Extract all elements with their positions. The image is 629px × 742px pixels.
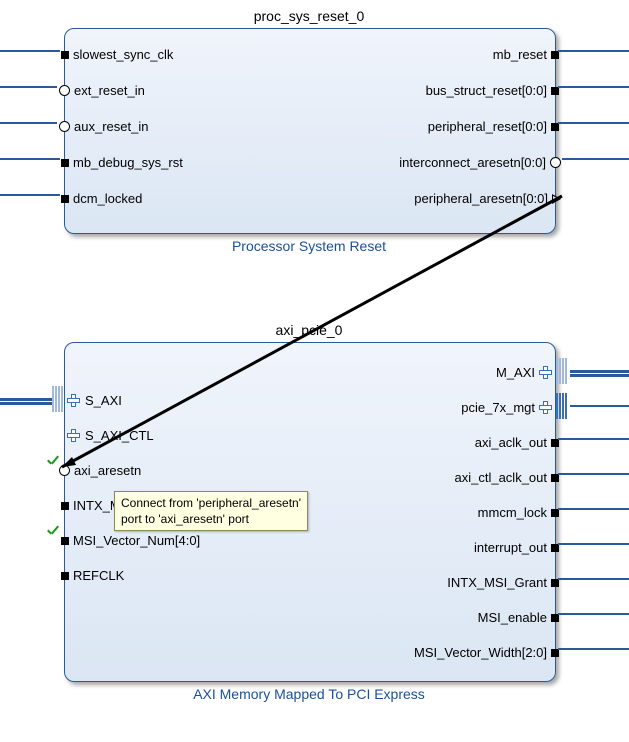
- wire-stub: [0, 50, 60, 52]
- port-intx-msi-request[interactable]: INTX_MSI_Request: [65, 498, 117, 513]
- port-aux-reset-in[interactable]: aux_reset_in: [65, 119, 152, 134]
- wire-stub: [558, 648, 629, 650]
- pin-icon: [61, 51, 69, 59]
- port-axi-aclk-out[interactable]: axi_aclk_out: [471, 435, 555, 450]
- port-mb-debug-sys-rst[interactable]: mb_debug_sys_rst: [65, 155, 187, 170]
- pcie-block-name: AXI Memory Mapped To PCI Express: [64, 686, 554, 702]
- port-refclk[interactable]: REFCLK: [65, 568, 128, 583]
- wire-stub: [0, 402, 52, 405]
- port-bus-struct-reset[interactable]: bus_struct_reset[0:0]: [422, 83, 555, 98]
- wire-stub: [558, 438, 629, 440]
- port-interconnect-aresetn[interactable]: interconnect_aresetn[0:0]: [395, 155, 555, 170]
- wire-stub: [558, 578, 629, 580]
- checkmark-icon: [46, 526, 60, 540]
- tooltip-line: port to 'axi_aresetn' port: [121, 511, 301, 527]
- port-interrupt-out[interactable]: interrupt_out: [470, 540, 555, 555]
- tooltip-line: Connect from 'peripheral_aresetn': [121, 495, 301, 511]
- bus-stripes-icon: [556, 393, 567, 419]
- port-pcie-7x-mgt[interactable]: pcie_7x_mgt: [457, 400, 555, 415]
- pin-icon: [59, 85, 70, 96]
- connection-tooltip: Connect from 'peripheral_aresetn' port t…: [114, 491, 308, 531]
- port-slowest-sync-clk[interactable]: slowest_sync_clk: [65, 47, 177, 62]
- bus-stripes-icon: [52, 386, 63, 412]
- port-msi-vector-width[interactable]: MSI_Vector_Width[2:0]: [410, 645, 555, 660]
- port-msi-enable[interactable]: MSI_enable: [474, 610, 555, 625]
- plus-icon: [67, 429, 81, 443]
- wire-stub: [0, 158, 60, 160]
- pin-icon: [552, 194, 561, 204]
- port-msi-vector-num[interactable]: MSI_Vector_Num[4:0]: [65, 533, 204, 548]
- reset-block-name: Processor System Reset: [64, 238, 554, 254]
- port-dcm-locked[interactable]: dcm_locked: [65, 191, 146, 206]
- checkmark-icon: [46, 456, 60, 470]
- wire-stub: [558, 50, 629, 52]
- wire-stub: [558, 473, 629, 475]
- port-mb-reset[interactable]: mb_reset: [489, 47, 555, 62]
- plus-icon: [539, 401, 553, 415]
- wire-stub: [558, 613, 629, 615]
- reset-block[interactable]: slowest_sync_clk ext_reset_in aux_reset_…: [64, 28, 556, 234]
- port-peripheral-aresetn[interactable]: peripheral_aresetn[0:0]: [410, 191, 555, 206]
- port-axi-aresetn[interactable]: axi_aresetn: [65, 463, 145, 478]
- wire-stub: [0, 194, 60, 196]
- wire-stub: [570, 370, 629, 373]
- wire-stub: [558, 543, 629, 545]
- wire-stub: [570, 405, 629, 407]
- bus-stripes-icon: [556, 358, 567, 384]
- pin-icon: [550, 157, 561, 168]
- wire-stub: [0, 86, 57, 88]
- wire-stub: [562, 158, 629, 160]
- port-intx-msi-grant[interactable]: INTX_MSI_Grant: [443, 575, 555, 590]
- wire-stub: [558, 508, 629, 510]
- port-s-axi-ctl[interactable]: S_AXI_CTL: [65, 428, 158, 443]
- reset-instance-label: proc_sys_reset_0: [64, 8, 554, 24]
- port-peripheral-reset[interactable]: peripheral_reset[0:0]: [424, 119, 555, 134]
- pin-icon: [61, 537, 69, 545]
- port-m-axi[interactable]: M_AXI: [492, 365, 555, 380]
- plus-icon: [539, 366, 553, 380]
- port-axi-ctl-aclk-out[interactable]: axi_ctl_aclk_out: [451, 470, 556, 485]
- port-ext-reset-in[interactable]: ext_reset_in: [65, 83, 149, 98]
- port-mmcm-lock[interactable]: mmcm_lock: [474, 505, 555, 520]
- pin-icon: [61, 195, 69, 203]
- wire-stub: [558, 122, 629, 124]
- pin-icon: [59, 465, 70, 476]
- pin-icon: [59, 121, 70, 132]
- wire-stub: [570, 374, 629, 377]
- wire-stub: [0, 398, 52, 401]
- wire-stub: [0, 122, 57, 124]
- plus-icon: [67, 394, 81, 408]
- pin-icon: [61, 502, 69, 510]
- pin-icon: [61, 572, 69, 580]
- pin-icon: [61, 159, 69, 167]
- wire-stub: [558, 86, 629, 88]
- pcie-instance-label: axi_pcie_0: [64, 322, 554, 338]
- port-s-axi[interactable]: S_AXI: [65, 393, 126, 408]
